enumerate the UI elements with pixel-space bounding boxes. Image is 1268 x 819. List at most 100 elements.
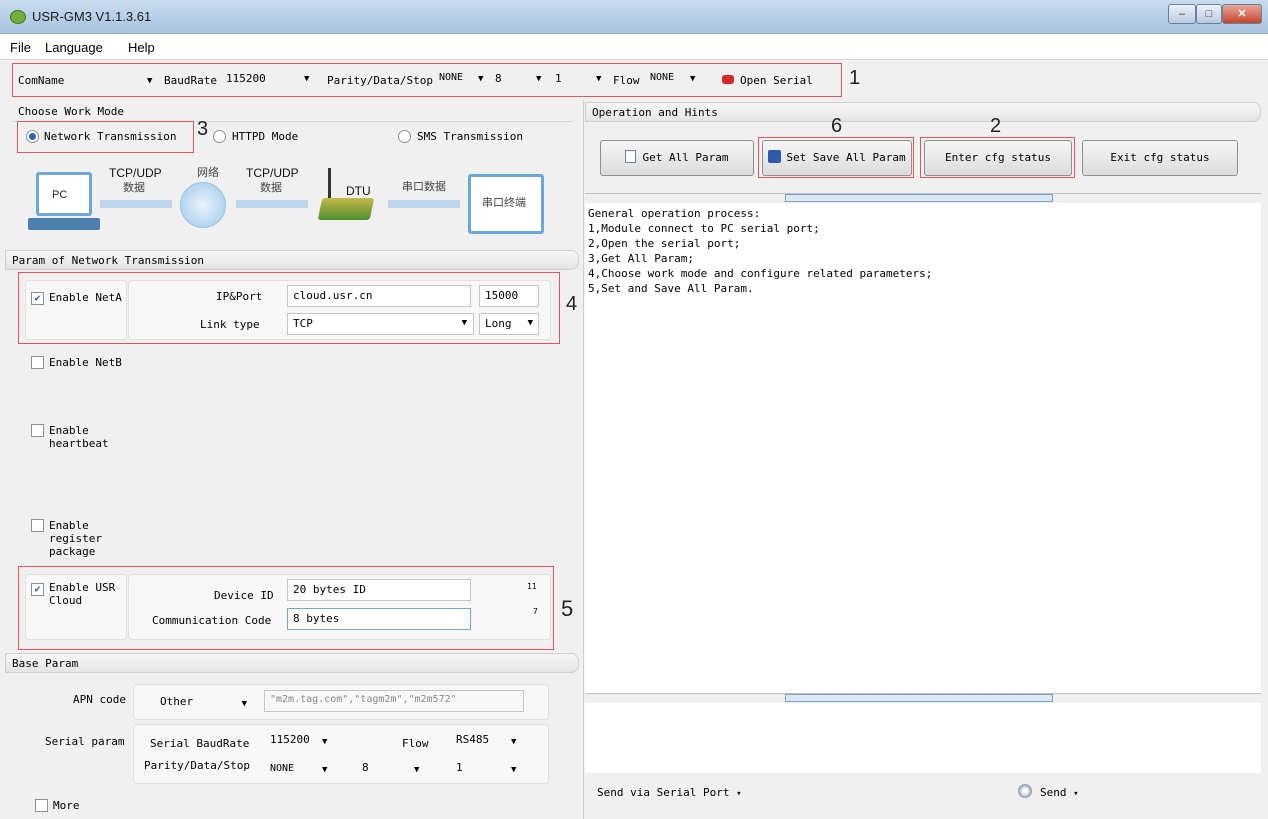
document-icon [625,150,637,163]
callout-2: 2 [990,115,1002,137]
splitter-top[interactable] [585,193,1261,203]
enable-neta-label: Enable NetA [49,291,122,304]
close-button[interactable]: ✕ [1222,4,1262,24]
chevron-down-icon: ▼ [322,765,328,775]
enter-cfg-status-button[interactable]: Enter cfg status [924,140,1072,176]
sms-transmission-label: SMS Transmission [417,130,523,143]
apn-select[interactable]: Other ▼ [160,695,255,715]
splitter-bottom[interactable] [585,693,1261,703]
chevron-down-icon: ▾ [736,789,742,799]
enable-heartbeat-checkbox[interactable] [31,424,44,440]
chevron-down-icon: ▼ [527,318,533,328]
enable-usr-cloud-checkbox[interactable]: ✔ [31,582,44,596]
send-button[interactable]: Send ▾ [1040,786,1079,799]
httpd-mode-radio[interactable] [213,130,226,146]
comname-label: ComName [18,74,65,87]
splitter-handle[interactable] [785,194,1053,202]
send-input-area[interactable] [585,703,1261,773]
radio-icon [26,130,39,143]
serial-data-value: 8 [362,761,369,774]
flow-label: Flow [613,74,640,87]
httpd-mode-label: HTTPD Mode [232,130,299,143]
enable-register-checkbox[interactable] [31,519,44,535]
panel-divider [583,100,584,819]
radio-icon [213,130,226,143]
port-input[interactable]: 15000 [479,285,539,307]
parity-value[interactable]: NONE [439,72,463,83]
serial-data-label: 串口数据 [402,181,446,193]
device-id-label: Device ID [214,589,274,602]
data-bits-value[interactable]: 8 [495,72,502,85]
baudrate-value[interactable]: 115200 [226,72,266,85]
flow-value[interactable]: NONE [650,72,674,83]
hint-line: 1,Module connect to PC serial port; [588,222,820,235]
menu-help[interactable]: Help [128,40,155,55]
radio-icon [398,130,411,143]
hints-area[interactable]: General operation process: 1,Module conn… [585,203,1261,693]
data-label-2: 数据 [260,182,282,194]
chevron-down-icon[interactable]: ▼ [304,74,309,84]
menu-file[interactable]: File [10,40,31,55]
serial-data-select[interactable]: 8 ▼ [362,761,432,781]
check-icon: ✔ [31,583,44,596]
menu-bar: File Language Help [0,34,1268,60]
serial-stop-select[interactable]: 1 ▼ [456,761,526,781]
hint-line: 4,Choose work mode and configure related… [588,267,933,280]
chevron-down-icon[interactable]: ▼ [596,74,601,84]
chevron-down-icon[interactable]: ▼ [536,74,541,84]
callout-5: 5 [561,596,574,621]
ip-input[interactable]: cloud.usr.cn [287,285,471,307]
callout-1: 1 [849,67,861,89]
serial-baudrate-select[interactable]: 115200 ▼ [270,733,340,753]
set-save-all-param-button[interactable]: Set Save All Param [762,140,912,176]
serial-parity-select[interactable]: NONE ▼ [270,761,340,781]
link-mode-select[interactable]: Long ▼ [479,313,539,335]
enable-neta-checkbox[interactable]: ✔ [31,291,44,305]
menu-language[interactable]: Language [45,40,103,55]
network-transmission-radio[interactable] [26,130,39,146]
device-id-input[interactable]: 20 bytes ID [287,579,471,601]
hint-line: 5,Set and Save All Param. [588,282,754,295]
register-label-line2: register [49,532,102,545]
more-checkbox[interactable] [35,799,48,815]
chevron-down-icon[interactable]: ▼ [478,74,483,84]
net-params-header: Param of Network Transmission [5,250,579,270]
enable-netb-checkbox[interactable] [31,356,44,372]
chevron-down-icon: ▼ [147,76,153,86]
arrow-network-dtu [236,200,308,208]
sms-transmission-radio[interactable] [398,130,411,146]
set-save-all-param-label: Set Save All Param [786,151,906,164]
comm-code-input[interactable]: 8 bytes [287,608,471,630]
apn-hint-input[interactable]: "m2m.tag.com","tagm2m","m2m572" [264,690,524,712]
base-params-header: Base Param [5,653,579,673]
title-bar: USR-GM3 V1.1.3.61 – □ ✕ [0,0,1268,34]
chevron-down-icon: ▼ [511,765,517,775]
chevron-down-icon: ▼ [461,318,467,328]
send-via-serial-dropdown[interactable]: Send via Serial Port ▾ [597,786,742,799]
get-all-param-label: Get All Param [642,151,729,164]
comname-dropdown[interactable]: ▼ [147,73,152,86]
dtu-label: DTU [346,184,371,198]
chevron-down-icon: ▾ [1073,789,1079,799]
chevron-down-icon[interactable]: ▼ [690,74,695,84]
open-serial-button[interactable]: Open Serial [740,74,813,87]
serial-terminal-label: 串口终端 [482,197,526,209]
serial-pds-label: Parity/Data/Stop [144,759,250,772]
serial-toolbar: ComName ▼ BaudRate 115200 ▼ Parity/Data/… [0,60,1268,100]
chevron-down-icon: ▼ [322,737,328,747]
splitter-handle[interactable] [785,694,1053,702]
linktype-select[interactable]: TCP ▼ [287,313,474,335]
stop-bits-value[interactable]: 1 [555,72,562,85]
get-all-param-button[interactable]: Get All Param [600,140,754,176]
linktype-label: Link type [200,318,260,331]
exit-cfg-status-button[interactable]: Exit cfg status [1082,140,1238,176]
minimize-button[interactable]: – [1168,4,1196,24]
pc-keyboard [28,218,100,230]
enable-netb-label: Enable NetB [49,356,122,369]
maximize-button[interactable]: □ [1196,4,1222,24]
send-label: Send [1040,786,1067,799]
linktype-value: TCP [293,317,313,330]
chevron-down-icon: ▼ [511,737,517,747]
serial-flow-select[interactable]: RS485 ▼ [456,733,526,753]
ipport-label: IP&Port [216,290,263,303]
